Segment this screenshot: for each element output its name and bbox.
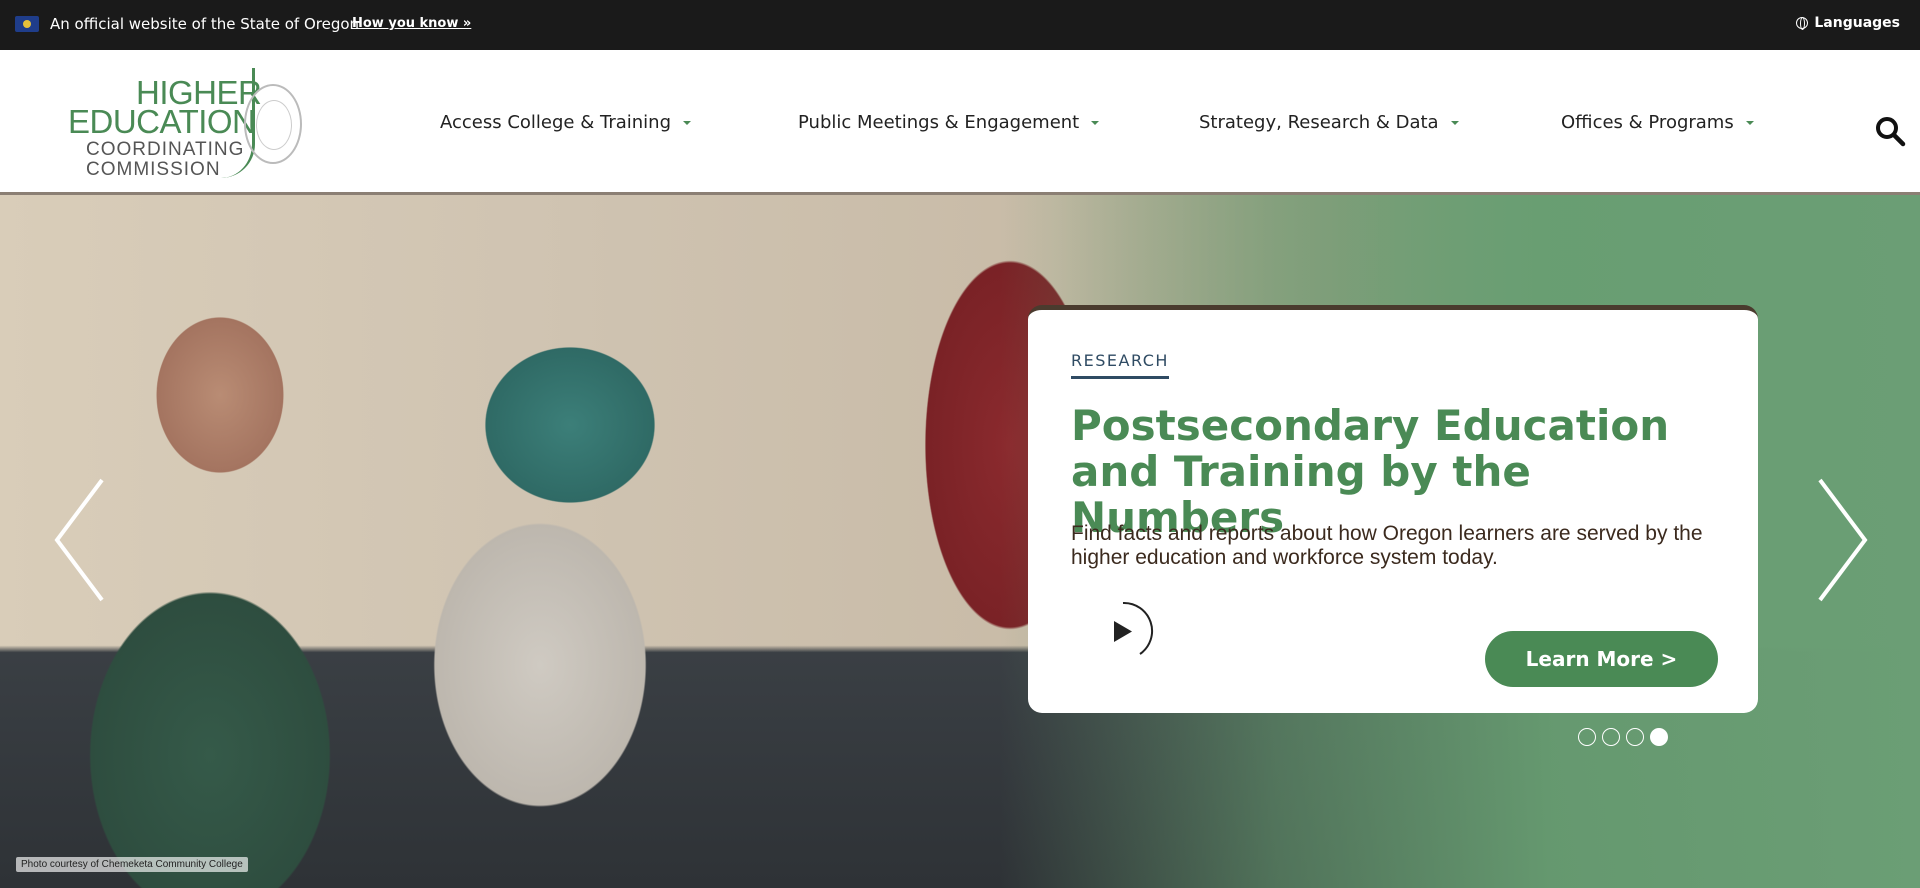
learn-more-button[interactable]: Learn More > [1485, 631, 1718, 687]
logo-line-4: COMMISSION [86, 159, 221, 180]
official-site-text: An official website of the State of Oreg… [50, 15, 360, 33]
nav-label: Public Meetings & Engagement [798, 112, 1080, 133]
official-banner: An official website of the State of Oreg… [0, 0, 1920, 50]
hecc-logo[interactable]: HIGHER EDUCATION COORDINATING COMMISSION [66, 66, 306, 182]
hero-carousel: RESEARCH Postsecondary Education and Tra… [0, 195, 1920, 888]
nav-label: Offices & Programs [1561, 112, 1734, 133]
nav-offices-programs[interactable]: Offices & Programs [1561, 50, 1754, 195]
nav-strategy-research[interactable]: Strategy, Research & Data [1199, 50, 1459, 195]
nav-label: Strategy, Research & Data [1199, 112, 1439, 133]
nav-public-meetings[interactable]: Public Meetings & Engagement [798, 50, 1100, 195]
how-you-know-link[interactable]: How you know » [352, 16, 471, 31]
caret-down-icon [1091, 120, 1100, 125]
nav-label: Access College & Training [440, 112, 672, 133]
slide-dot-4[interactable] [1650, 728, 1668, 746]
prev-slide-arrow-icon[interactable] [52, 475, 112, 605]
card-title: Postsecondary Education and Training by … [1071, 401, 1670, 542]
next-slide-arrow-icon[interactable] [1810, 475, 1870, 605]
slide-dot-2[interactable] [1602, 728, 1620, 746]
slide-dot-3[interactable] [1626, 728, 1644, 746]
play-pause-icon[interactable] [1092, 600, 1154, 662]
oregon-flag-icon [15, 16, 39, 32]
globe-icon [1796, 17, 1809, 30]
caret-down-icon [1745, 120, 1754, 125]
photo-credit: Photo courtesy of Chemeketa Community Co… [16, 857, 248, 872]
carousel-dots [1578, 728, 1668, 746]
languages-button[interactable]: Languages [1796, 15, 1900, 31]
card-eyebrow: RESEARCH [1071, 351, 1169, 379]
caret-down-icon [683, 120, 692, 125]
slide-dot-1[interactable] [1578, 728, 1596, 746]
search-icon[interactable] [1874, 115, 1906, 147]
oregon-seal-icon [244, 84, 302, 164]
nav-access-college[interactable]: Access College & Training [440, 50, 692, 195]
caret-down-icon [1450, 120, 1459, 125]
languages-label: Languages [1814, 15, 1900, 31]
site-header: HIGHER EDUCATION COORDINATING COMMISSION… [0, 50, 1920, 195]
card-description: Find facts and reports about how Oregon … [1071, 522, 1703, 569]
hero-card: RESEARCH Postsecondary Education and Tra… [1028, 305, 1758, 713]
